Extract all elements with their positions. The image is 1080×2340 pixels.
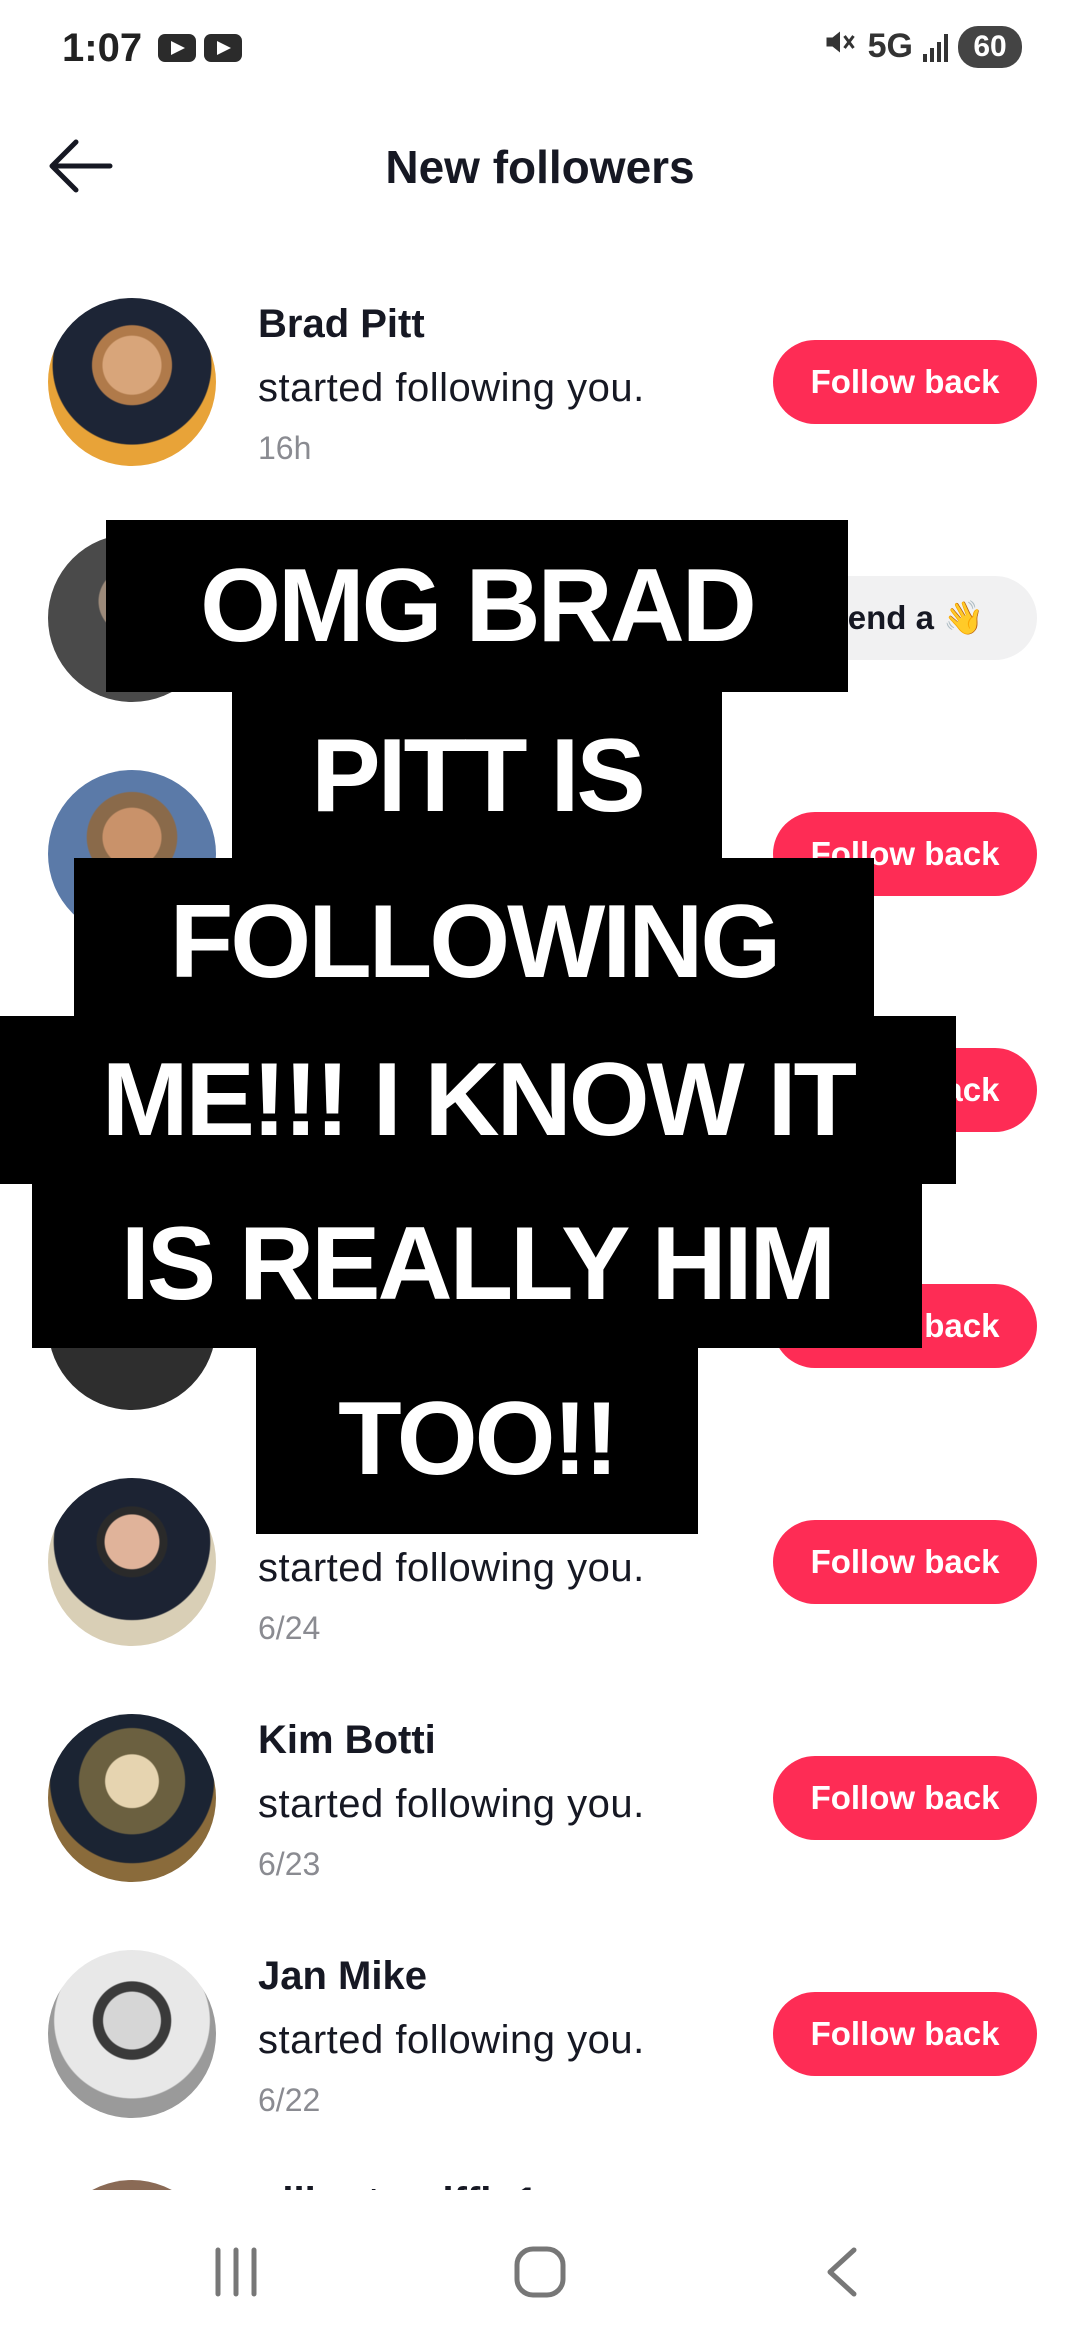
signal-icon bbox=[923, 32, 948, 62]
home-icon[interactable] bbox=[512, 2244, 568, 2305]
follower-action: started following you. bbox=[258, 1546, 645, 1590]
status-right: 5G 60 bbox=[822, 24, 1022, 69]
follow-back-button[interactable]: Follow back bbox=[773, 1992, 1037, 2076]
follower-action: started following you. bbox=[258, 1782, 645, 1826]
network-label: 5G bbox=[867, 27, 913, 65]
caption-line: TOO!! bbox=[256, 1344, 698, 1534]
follow-back-button[interactable]: Follow back bbox=[773, 1520, 1037, 1604]
follower-name[interactable]: Jan Mike bbox=[258, 1954, 427, 1999]
recent-apps-icon[interactable] bbox=[206, 2244, 266, 2305]
page-header: New followers bbox=[0, 100, 1080, 230]
list-item[interactable]: Jan Mike started following you. 6/22 Fol… bbox=[0, 1950, 1080, 2186]
list-item[interactable]: Brad Pitt started following you. 16h Fol… bbox=[0, 298, 1080, 534]
follower-name[interactable]: Kim Botti bbox=[258, 1718, 436, 1763]
caption-line: IS REALLY HIM bbox=[32, 1180, 922, 1348]
system-nav-bar bbox=[0, 2200, 1080, 2340]
avatar[interactable] bbox=[48, 1478, 216, 1646]
caption-line: PITT IS bbox=[232, 692, 722, 860]
caption-line: FOLLOWING bbox=[74, 858, 874, 1026]
back-icon[interactable] bbox=[822, 2244, 862, 2305]
mute-icon bbox=[822, 24, 858, 69]
avatar[interactable] bbox=[48, 1714, 216, 1882]
follow-back-button[interactable]: Follow back bbox=[773, 340, 1037, 424]
follower-time: 6/24 bbox=[258, 1610, 321, 1646]
list-item[interactable]: Kim Botti started following you. 6/23 Fo… bbox=[0, 1714, 1080, 1950]
follower-time: 6/22 bbox=[258, 2082, 321, 2118]
avatar[interactable] bbox=[48, 1950, 216, 2118]
follower-time: 6/23 bbox=[258, 1846, 321, 1882]
youtube-icon bbox=[158, 34, 196, 62]
status-bar: 1:07 5G 60 bbox=[0, 0, 1080, 100]
youtube-icon bbox=[204, 34, 242, 62]
caption-line: ME!!! I KNOW IT bbox=[0, 1016, 956, 1184]
follower-action: started following you. bbox=[258, 2018, 645, 2062]
status-time: 1:07 bbox=[62, 26, 143, 70]
battery-indicator: 60 bbox=[958, 25, 1022, 68]
avatar[interactable] bbox=[48, 298, 216, 466]
follower-time: 16h bbox=[258, 430, 312, 466]
page-title: New followers bbox=[385, 141, 695, 193]
follower-name[interactable]: Brad Pitt bbox=[258, 302, 425, 347]
follow-back-button[interactable]: Follow back bbox=[773, 1756, 1037, 1840]
caption-line: OMG BRAD bbox=[106, 520, 848, 692]
follower-action: started following you. bbox=[258, 366, 645, 410]
